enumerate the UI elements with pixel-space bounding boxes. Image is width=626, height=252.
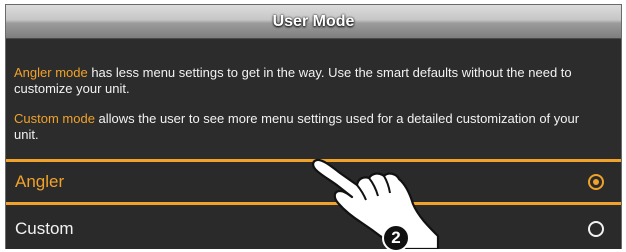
step-number-badge: 2: [382, 224, 410, 252]
option-custom-label: Custom: [15, 218, 74, 238]
custom-mode-description: Custom mode allows the user to see more …: [14, 111, 607, 143]
dialog-title-bar: User Mode: [6, 5, 621, 39]
angler-mode-description: Angler mode has less menu settings to ge…: [14, 65, 607, 97]
radio-unselected-icon[interactable]: [588, 220, 604, 237]
custom-mode-text: allows the user to see more menu setting…: [14, 111, 580, 142]
radio-selected-icon[interactable]: [588, 174, 604, 190]
dialog-title: User Mode: [272, 12, 355, 30]
angler-mode-text: has less menu settings to get in the way…: [14, 65, 572, 96]
custom-mode-term: Custom mode: [14, 111, 95, 126]
option-angler-label: Angler: [15, 172, 65, 191]
angler-mode-term: Angler mode: [14, 65, 88, 80]
pointing-hand-icon: [312, 158, 440, 249]
